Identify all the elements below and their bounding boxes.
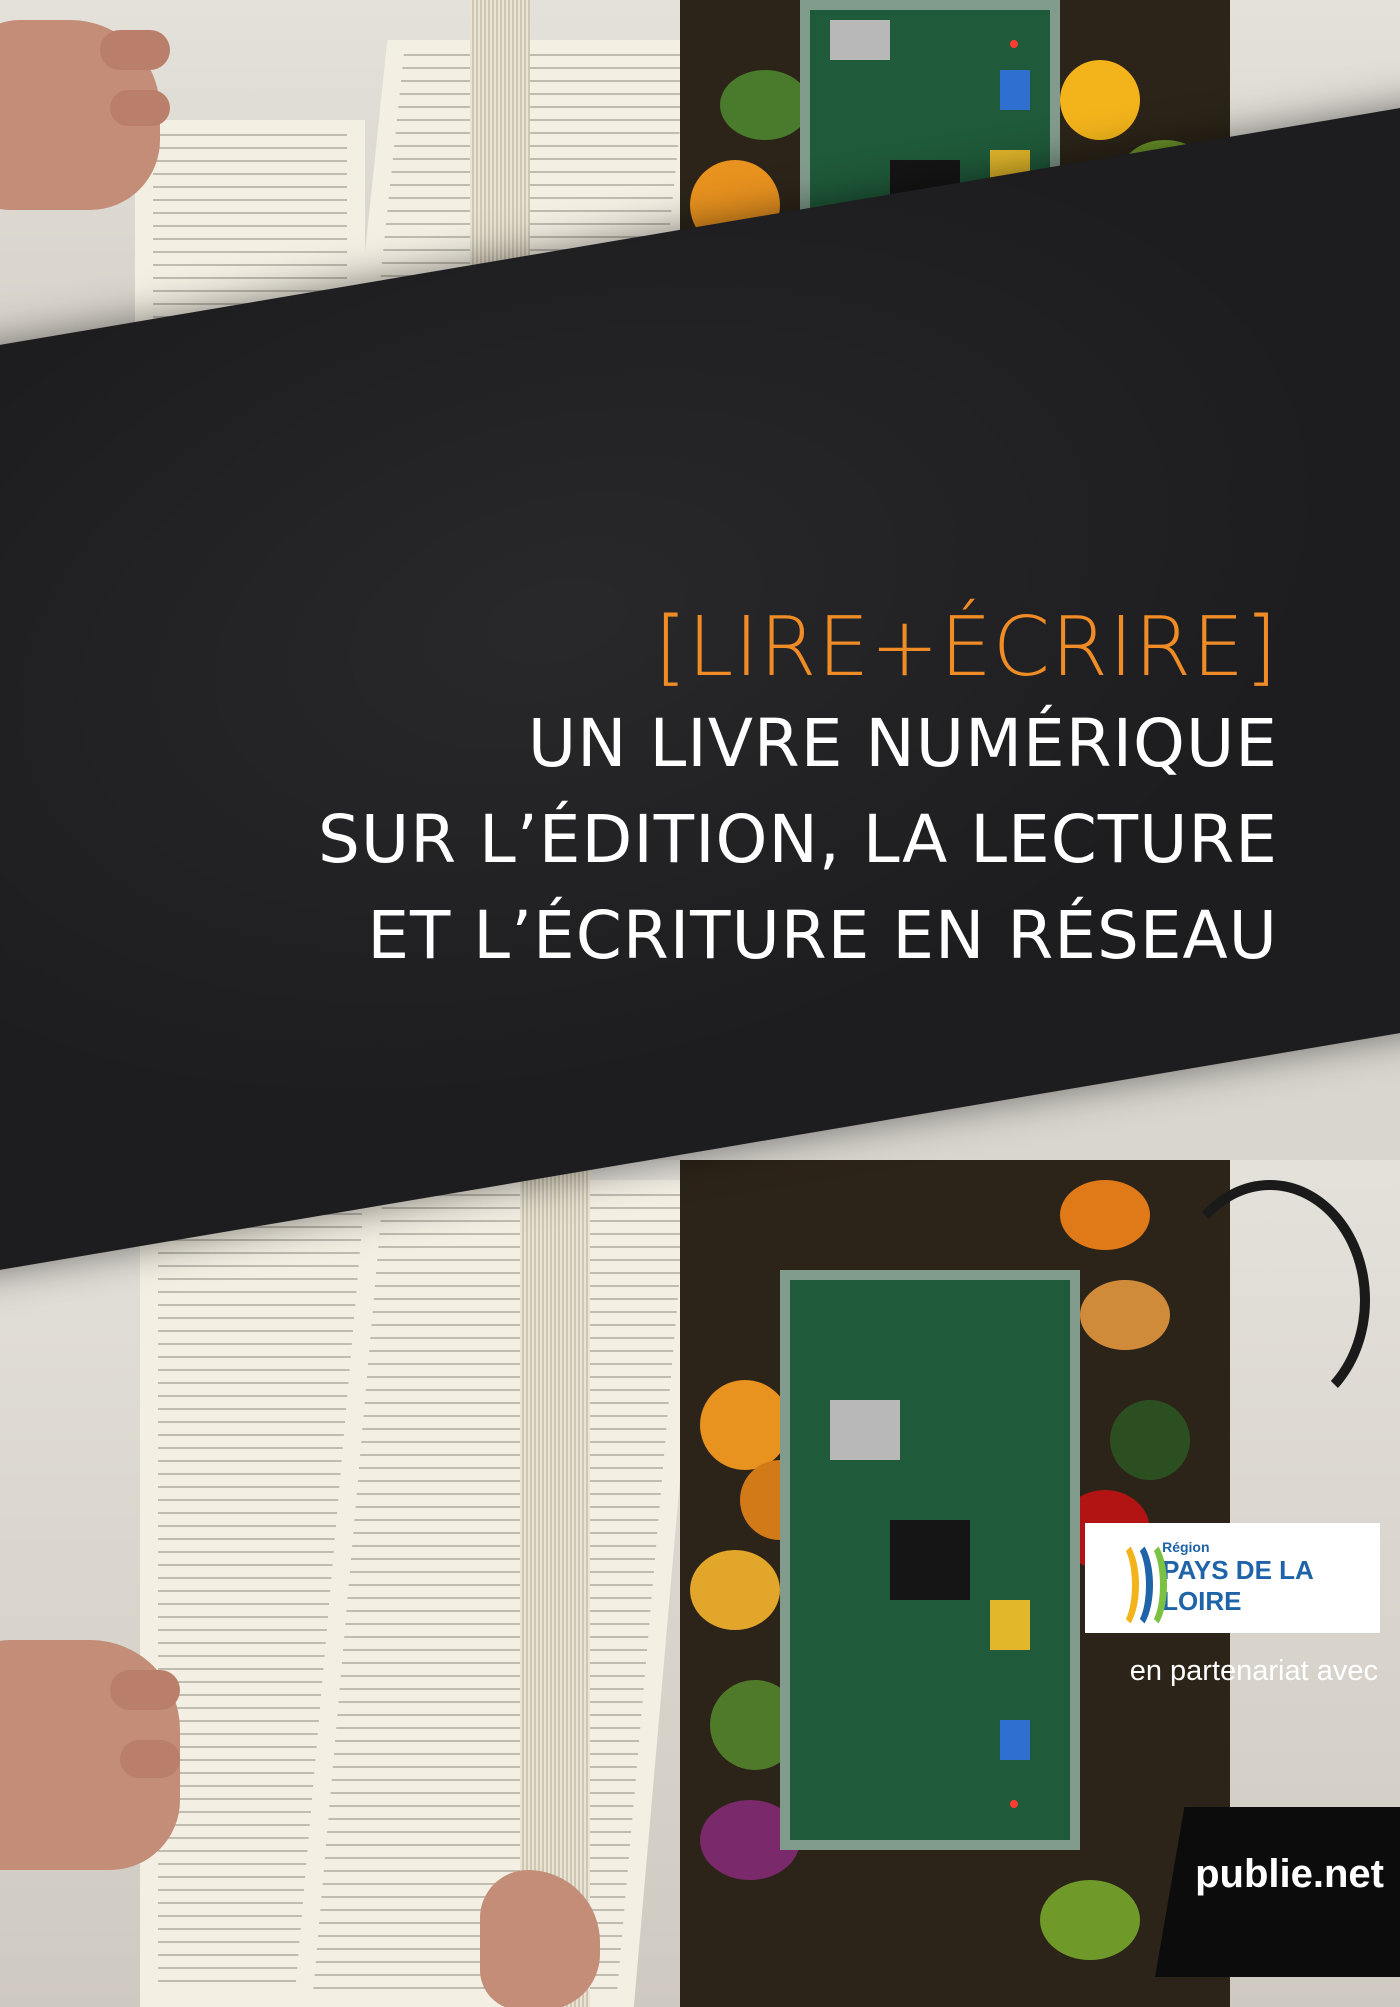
- hand: [0, 20, 170, 210]
- book-subtitle-line-2: SUR L’ÉDITION, LA LECTURE: [318, 801, 1278, 878]
- book-cover: [LIRE+ÉCRIRE] UN LIVRE NUMÉRIQUE SUR L’É…: [0, 0, 1400, 2007]
- region-pays-de-la-loire-logo: Région PAYS DE LA LOIRE: [1085, 1523, 1380, 1633]
- partner-text: en partenariat avec: [1129, 1655, 1378, 1687]
- title-block: [LIRE+ÉCRIRE] UN LIVRE NUMÉRIQUE SUR L’É…: [118, 600, 1278, 984]
- circuit-board: [780, 1270, 1080, 1850]
- publisher-logo: publie.net: [1155, 1807, 1400, 1977]
- book-subtitle-line-1: UN LIVRE NUMÉRIQUE: [527, 705, 1278, 782]
- book-subtitle-line-3: ET L’ÉCRITURE EN RÉSEAU: [367, 897, 1278, 974]
- region-label: Région: [1162, 1539, 1210, 1555]
- cable: [1170, 1180, 1370, 1420]
- book-title: [LIRE+ÉCRIRE]: [654, 600, 1278, 695]
- region-name: PAYS DE LA LOIRE: [1162, 1555, 1313, 1616]
- publisher-name: publie.net: [1195, 1852, 1384, 1896]
- region-arcs-icon: [1099, 1538, 1167, 1632]
- hand: [0, 1640, 180, 1870]
